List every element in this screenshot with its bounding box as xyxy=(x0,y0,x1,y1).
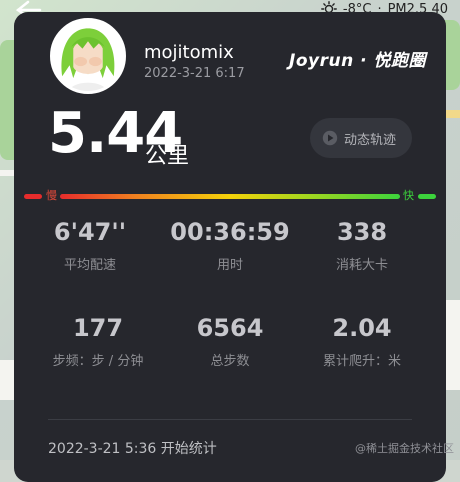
pace-color-bar: 慢 快 xyxy=(24,189,436,205)
stat-elevation-gain: 2.04 累计爬升：米 xyxy=(292,314,432,369)
stat-duration: 00:36:59 用时 xyxy=(160,218,300,273)
stat-total-steps: 6564 总步数 xyxy=(160,314,300,369)
play-icon xyxy=(322,130,338,146)
brand-logo: Joyrun · 悦跑圈 xyxy=(289,51,426,71)
stat-label: 总步数 xyxy=(210,354,250,369)
dynamic-track-button[interactable]: 动态轨迹 xyxy=(309,118,412,158)
stat-average-pace: 6'47'' 平均配速 xyxy=(20,218,160,273)
username: mojitomix xyxy=(144,42,234,63)
dynamic-track-label: 动态轨迹 xyxy=(343,132,396,148)
slow-label: 慢 xyxy=(46,189,57,202)
stat-value: 6564 xyxy=(196,314,264,342)
stat-label: 用时 xyxy=(216,258,243,273)
stat-value: 2.04 xyxy=(332,314,392,342)
avatar[interactable] xyxy=(50,18,126,94)
run-datetime: 2022-3-21 6:17 xyxy=(144,66,245,81)
pace-gradient xyxy=(60,194,400,199)
stat-label: 累计爬升：米 xyxy=(322,354,401,369)
stat-value: 6'47'' xyxy=(53,218,127,246)
stat-label: 消耗大卡 xyxy=(335,258,388,273)
start-time-info: 2022-3-21 5:36 开始统计 xyxy=(48,441,217,457)
stat-value: 338 xyxy=(336,218,388,246)
stat-label: 步频：步 / 分钟 xyxy=(52,354,144,369)
stat-cadence: 177 步频：步 / 分钟 xyxy=(28,314,168,369)
fast-label: 快 xyxy=(403,189,414,202)
run-summary-card: mojitomix 2022-3-21 6:17 Joyrun · 悦跑圈 5.… xyxy=(14,12,446,482)
divider xyxy=(48,419,412,420)
distance-unit: 公里 xyxy=(145,144,190,169)
stat-label: 平均配速 xyxy=(63,258,116,273)
stat-value: 00:36:59 xyxy=(170,218,290,246)
stat-calories: 338 消耗大卡 xyxy=(292,218,432,273)
watermark: @稀土掘金技术社区 xyxy=(355,442,454,455)
stat-value: 177 xyxy=(72,314,124,342)
